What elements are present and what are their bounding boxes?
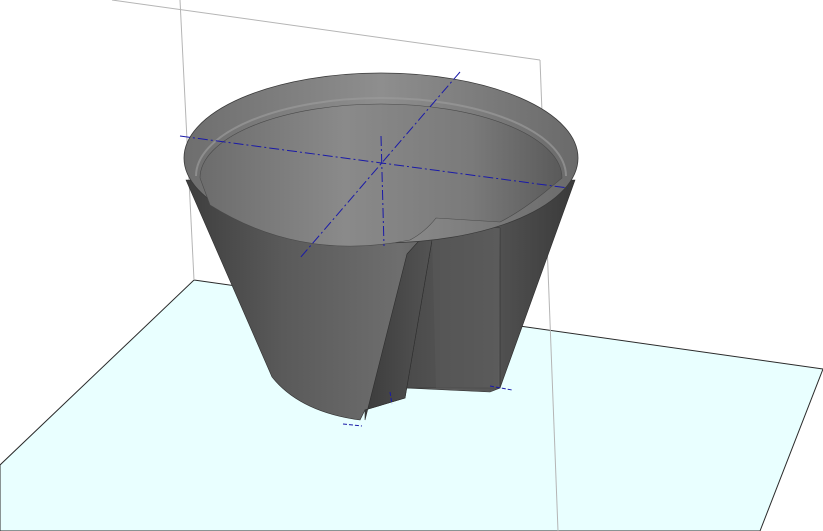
slot-right-face[interactable] xyxy=(432,222,500,392)
viewport-canvas[interactable] xyxy=(0,0,823,531)
model-viewport[interactable] xyxy=(0,0,823,531)
